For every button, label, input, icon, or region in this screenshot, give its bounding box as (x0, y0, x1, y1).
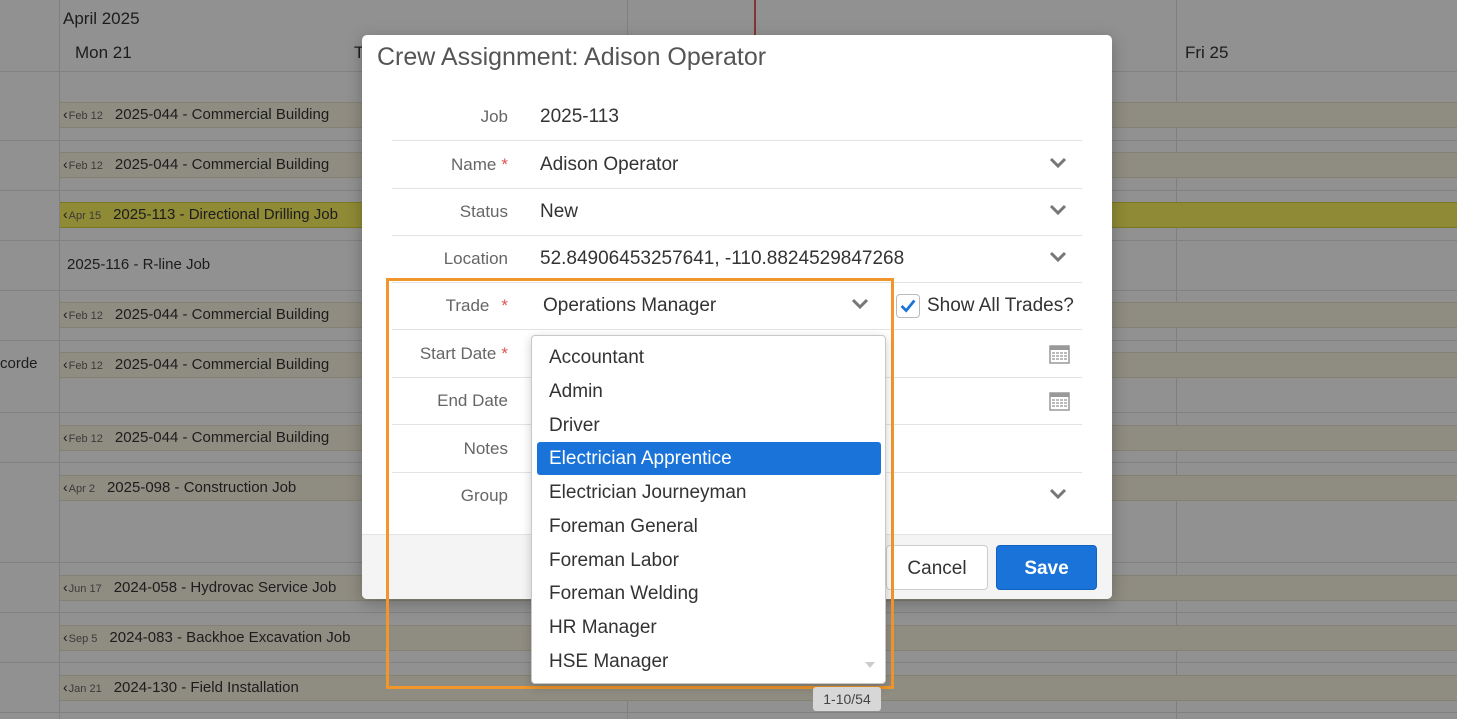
dialog-title: Crew Assignment: Adison Operator (377, 43, 767, 71)
status-label: Status (459, 202, 508, 221)
location-label: Location (443, 249, 508, 268)
trade-option[interactable]: Accountant (537, 341, 881, 374)
name-field[interactable]: Name * Adison Operator (392, 142, 1082, 189)
cancel-button[interactable]: Cancel (886, 545, 988, 590)
trade-option[interactable]: HSE Manager (537, 645, 881, 678)
name-value: Adison Operator (540, 154, 679, 175)
trade-option[interactable]: Driver (537, 409, 881, 442)
trade-option[interactable]: Admin (537, 375, 881, 408)
dropdown-pager: 1-10/54 (813, 687, 881, 711)
show-all-trades-checkbox[interactable] (896, 294, 920, 318)
trade-option[interactable]: Foreman Labor (537, 544, 881, 577)
status-field[interactable]: Status New (392, 189, 1082, 236)
calendar-icon[interactable] (1049, 343, 1070, 364)
show-all-trades-label[interactable]: Show All Trades? (927, 295, 1074, 317)
chevron-down-icon[interactable] (1048, 156, 1068, 170)
trade-option[interactable]: HR Manager (537, 611, 881, 644)
trade-option[interactable]: Foreman General (537, 510, 881, 543)
location-field[interactable]: Location 52.84906453257641, -110.8824529… (392, 236, 1082, 283)
status-value: New (540, 201, 579, 222)
calendar-icon[interactable] (1049, 390, 1070, 411)
trade-option[interactable]: Electrician Journeyman (537, 476, 881, 509)
job-label: Job (480, 107, 508, 126)
checkmark-icon (900, 299, 916, 313)
chevron-down-icon[interactable] (1048, 487, 1068, 501)
trade-dropdown-list[interactable]: Accountant Admin Driver Electrician Appr… (531, 335, 886, 684)
chevron-down-icon[interactable] (1048, 250, 1068, 264)
location-value: 52.84906453257641, -110.8824529847268 (540, 248, 905, 269)
chevron-down-icon[interactable] (1048, 203, 1068, 217)
scroll-down-icon[interactable] (864, 661, 876, 669)
job-value: 2025-113 (540, 106, 619, 127)
save-button[interactable]: Save (996, 545, 1097, 590)
job-row: Job 2025-113 (392, 94, 1082, 141)
trade-option-highlighted[interactable]: Electrician Apprentice (537, 442, 881, 475)
name-label: Name * (451, 155, 508, 174)
trade-option[interactable]: Foreman Welding (537, 577, 881, 610)
